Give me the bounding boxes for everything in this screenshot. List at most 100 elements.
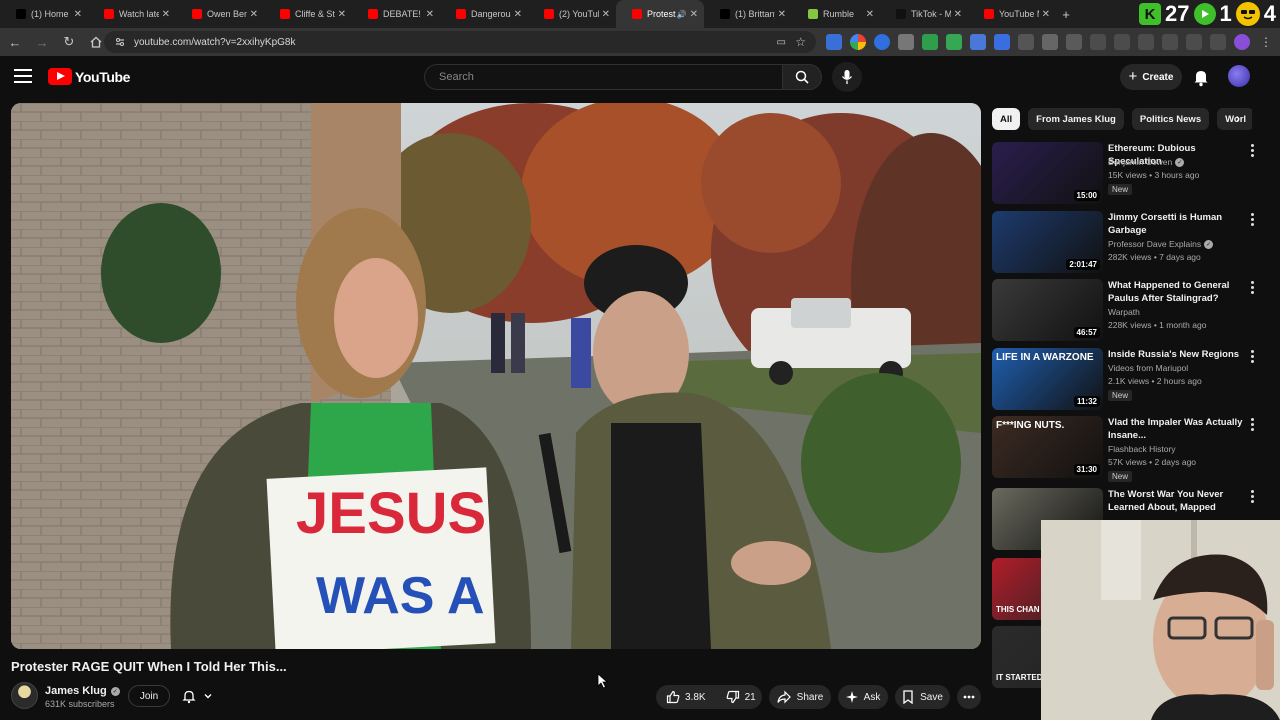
bookmark-star-icon[interactable]: ☆ xyxy=(795,35,806,49)
more-options-icon[interactable] xyxy=(1251,350,1257,364)
close-tab-icon[interactable]: ✕ xyxy=(778,9,786,20)
close-tab-icon[interactable]: ✕ xyxy=(338,9,346,20)
video-thumbnail[interactable]: 15:00 xyxy=(992,142,1103,204)
close-tab-icon[interactable]: ✕ xyxy=(250,9,258,20)
video-thumbnail[interactable]: LIFE IN A WARZONE 11:32 xyxy=(992,348,1103,410)
extensions-puzzle-icon[interactable] xyxy=(1066,34,1082,50)
subscription-notifications-button[interactable] xyxy=(177,685,221,707)
recommended-video[interactable]: 15:00 Ethereum: Dubious Speculation Benjam… xyxy=(992,142,1262,206)
site-info-icon[interactable] xyxy=(114,36,126,48)
more-options-icon[interactable] xyxy=(1251,418,1257,432)
youtube-logo[interactable]: YouTube xyxy=(48,68,130,85)
browser-menu-icon[interactable]: ⋮ xyxy=(1258,34,1274,50)
extension-icon[interactable] xyxy=(922,34,938,50)
extension-icon[interactable] xyxy=(946,34,962,50)
browser-tab[interactable]: Watch late ✕ xyxy=(88,0,176,28)
close-tab-icon[interactable]: ✕ xyxy=(690,9,698,20)
recommended-channel[interactable]: Warpath xyxy=(1108,307,1140,317)
ask-button[interactable]: Ask xyxy=(838,685,888,709)
dislike-button[interactable]: 21 xyxy=(716,685,766,709)
browser-tab[interactable]: Cliffe & St ✕ xyxy=(264,0,352,28)
extension-icon[interactable] xyxy=(826,34,842,50)
filter-chip[interactable]: Worl xyxy=(1217,108,1252,130)
close-tab-icon[interactable]: ✕ xyxy=(602,9,610,20)
play-extension-icon[interactable] xyxy=(1193,3,1216,25)
video-thumbnail[interactable]: 46:57 xyxy=(992,279,1103,341)
close-tab-icon[interactable]: ✕ xyxy=(162,9,170,20)
search-input[interactable]: Search xyxy=(424,64,782,90)
browser-tab[interactable]: (1) Brittany✕ xyxy=(704,0,792,28)
sidebar-icon[interactable] xyxy=(1162,34,1178,50)
extension-icon[interactable] xyxy=(898,34,914,50)
face-extension-icon[interactable] xyxy=(1235,2,1260,26)
recommended-video-title[interactable]: What Happened to General Paulus After St… xyxy=(1108,279,1248,305)
recommended-video-title[interactable]: The Worst War You Never Learned About, M… xyxy=(1108,488,1248,514)
extension-icon[interactable] xyxy=(970,34,986,50)
recommended-video[interactable]: LIFE IN A WARZONE 11:32 Inside Russia's Ne… xyxy=(992,348,1262,412)
more-options-icon[interactable] xyxy=(1251,281,1257,295)
browser-tab[interactable]: Protest 🔊 ✕ xyxy=(616,0,704,28)
new-tab-button[interactable]: + xyxy=(1056,7,1076,22)
forward-arrow-icon[interactable]: → xyxy=(30,30,54,54)
recommended-channel[interactable]: Benjamin Cowen ✓ xyxy=(1108,157,1185,167)
extension-icon[interactable] xyxy=(1042,34,1058,50)
like-button[interactable]: 3.8K xyxy=(656,685,716,709)
tab-audio-icon[interactable]: 🔊 xyxy=(677,10,687,19)
extension-icon[interactable] xyxy=(1114,34,1130,50)
recommended-channel[interactable]: Videos from Mariupol xyxy=(1108,363,1188,373)
download-icon[interactable] xyxy=(1186,34,1202,50)
recommended-video[interactable]: F***ING NUTS. 31:30 Vlad the Impaler Was A… xyxy=(992,416,1262,482)
devtools-icon[interactable] xyxy=(1138,34,1154,50)
video-player[interactable]: JESUS WAS A xyxy=(11,103,981,649)
extension-icon[interactable] xyxy=(874,34,890,50)
browser-tab[interactable]: Rumble ✕ xyxy=(792,0,880,28)
save-button[interactable]: Save xyxy=(895,685,950,709)
browser-tab[interactable]: Dangerous✕ xyxy=(440,0,528,28)
more-options-icon[interactable] xyxy=(1251,213,1257,227)
browser-tab[interactable]: (1) Home / ✕ xyxy=(0,0,88,28)
notifications-bell-icon[interactable] xyxy=(1190,66,1212,88)
more-options-icon[interactable] xyxy=(1251,490,1257,504)
close-tab-icon[interactable]: ✕ xyxy=(954,9,962,20)
account-avatar[interactable] xyxy=(1228,65,1250,87)
join-button[interactable]: Join xyxy=(128,685,170,707)
share-button[interactable]: Share xyxy=(769,685,831,709)
close-tab-icon[interactable]: ✕ xyxy=(514,9,522,20)
recommended-video-title[interactable]: Inside Russia's New Regions xyxy=(1108,348,1248,361)
extension-icon[interactable] xyxy=(994,34,1010,50)
recommended-video-title[interactable]: Vlad the Impaler Was Actually Insane... xyxy=(1108,416,1248,442)
extension-icon[interactable] xyxy=(850,34,866,50)
guide-menu-icon[interactable] xyxy=(14,69,32,83)
k-extension-icon[interactable]: K xyxy=(1139,3,1162,25)
browser-tab[interactable]: Owen Benj✕ xyxy=(176,0,264,28)
filter-chip[interactable]: From James Klug xyxy=(1028,108,1124,130)
close-tab-icon[interactable]: ✕ xyxy=(74,9,82,20)
recommended-video[interactable]: 2:01:47 Jimmy Corsetti is Human Garbage Pr… xyxy=(992,211,1262,275)
extension-icon[interactable] xyxy=(1018,34,1034,50)
browser-tab[interactable]: TikTok - M ✕ xyxy=(880,0,968,28)
channel-avatar[interactable] xyxy=(11,682,38,709)
reload-icon[interactable]: ↻ xyxy=(57,30,81,54)
filter-chip[interactable]: All xyxy=(992,108,1021,130)
create-button[interactable]: + Create xyxy=(1120,64,1182,90)
browser-tab[interactable]: (2) YouTub ✕ xyxy=(528,0,616,28)
recommended-video-title[interactable]: Jimmy Corsetti is Human Garbage xyxy=(1108,211,1248,237)
channel-name-link[interactable]: James Klug ✓ xyxy=(45,685,120,697)
browser-tab[interactable]: DEBATE! W✕ xyxy=(352,0,440,28)
menu-icon[interactable] xyxy=(1210,34,1226,50)
voice-search-button[interactable] xyxy=(832,62,862,92)
search-button[interactable] xyxy=(782,64,822,90)
profile-avatar-icon[interactable] xyxy=(1234,34,1250,50)
browser-tab[interactable]: YouTube M✕ xyxy=(968,0,1056,28)
video-thumbnail[interactable]: F***ING NUTS. 31:30 xyxy=(992,416,1103,478)
address-bar[interactable]: youtube.com/watch?v=2xxihyKpG8k ▭ ☆ xyxy=(104,31,816,53)
more-actions-button[interactable] xyxy=(957,685,981,709)
video-thumbnail[interactable]: 2:01:47 xyxy=(992,211,1103,273)
close-tab-icon[interactable]: ✕ xyxy=(866,9,874,20)
cast-icon[interactable]: ▭ xyxy=(777,37,786,48)
chevron-right-icon[interactable]: › xyxy=(1236,111,1240,125)
recommended-channel[interactable]: Flashback History xyxy=(1108,444,1176,454)
recommended-channel[interactable]: Professor Dave Explains ✓ xyxy=(1108,239,1214,249)
back-arrow-icon[interactable]: ← xyxy=(3,30,27,54)
recommended-video[interactable]: 46:57 What Happened to General Paulus Aft… xyxy=(992,279,1262,343)
